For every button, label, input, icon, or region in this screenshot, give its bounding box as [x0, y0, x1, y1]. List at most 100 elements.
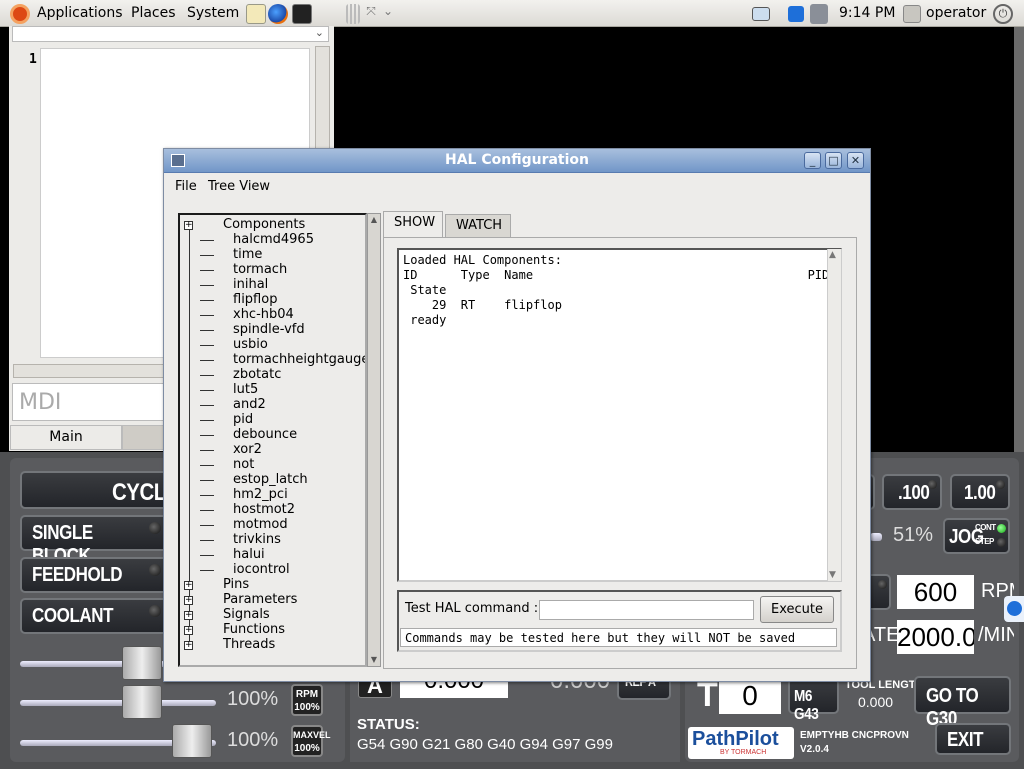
spindle-override-slider[interactable]: [20, 700, 216, 706]
output-scrollbar[interactable]: ▲ ▼: [827, 249, 841, 581]
tree-node-component[interactable]: hostmot2: [233, 502, 295, 517]
clock[interactable]: 9:14 PM: [839, 5, 895, 21]
tree-node-component[interactable]: tormach: [233, 262, 287, 277]
tree-node-component[interactable]: usbio: [233, 337, 268, 352]
tree-node-component[interactable]: pid: [233, 412, 253, 427]
tree-node-component[interactable]: time: [233, 247, 262, 262]
close-button[interactable]: ✕: [847, 152, 864, 169]
tree-node-parameters[interactable]: Parameters: [223, 592, 297, 607]
user-name[interactable]: operator: [926, 5, 986, 21]
single-block-button[interactable]: SINGLE BLOCK: [20, 515, 170, 567]
maxvel-override-knob[interactable]: [172, 724, 212, 758]
minimize-button[interactable]: _: [804, 152, 821, 169]
exit-button[interactable]: EXIT: [935, 723, 1011, 755]
power-icon[interactable]: ⏻: [993, 4, 1013, 24]
menu-system[interactable]: System: [187, 5, 239, 21]
tree-node-component[interactable]: xhc-hb04: [233, 307, 294, 322]
tree-node-functions[interactable]: Functions: [223, 622, 285, 637]
display-icon[interactable]: [752, 7, 770, 21]
maxvel-override-badge[interactable]: MAXVEL 100%: [291, 725, 331, 757]
tree-node-component[interactable]: tormachheightgauge: [233, 352, 365, 367]
teamviewer-icon[interactable]: [788, 6, 804, 22]
terminal-icon[interactable]: [292, 4, 312, 24]
fullscreen-icon[interactable]: ⤧: [364, 4, 378, 24]
scroll-down-icon[interactable]: ▼: [369, 655, 379, 665]
firefox-icon[interactable]: [268, 4, 288, 24]
mdi-input[interactable]: MDI: [12, 383, 182, 421]
rpm-override-badge[interactable]: RPM 100%: [291, 684, 323, 716]
scroll-up-icon[interactable]: ▲: [829, 250, 836, 260]
execute-button[interactable]: Execute: [760, 596, 834, 623]
tool-number-input[interactable]: 0: [719, 678, 781, 714]
jog-increment-100-button[interactable]: .100: [882, 474, 942, 510]
tree-node-component[interactable]: trivkins: [233, 532, 281, 547]
spindle-rpm-input[interactable]: 600: [897, 575, 974, 609]
rpm-badge-value: 100%: [294, 702, 320, 713]
user-icon: [903, 5, 921, 23]
tree-node-component[interactable]: motmod: [233, 517, 288, 532]
drag-handle-icon[interactable]: [346, 4, 360, 24]
text-editor-icon[interactable]: [246, 4, 266, 24]
expander-icon[interactable]: +: [184, 581, 193, 590]
tree-node-component[interactable]: debounce: [233, 427, 297, 442]
expander-icon[interactable]: +: [184, 641, 193, 650]
menu-applications[interactable]: Applications: [37, 5, 123, 21]
tree-connector: [200, 240, 214, 241]
menu-file[interactable]: File: [175, 179, 197, 194]
tree-node-component[interactable]: spindle-vfd: [233, 322, 305, 337]
feedrate-input[interactable]: 2000.0: [897, 620, 974, 654]
tree-node-component[interactable]: iocontrol: [233, 562, 290, 577]
expander-icon[interactable]: +: [184, 626, 193, 635]
hal-command-input[interactable]: [539, 600, 754, 620]
tree-node-component[interactable]: zbotatc: [233, 367, 281, 382]
tab-watch[interactable]: WATCH: [445, 214, 511, 238]
file-dropdown[interactable]: ⌄: [12, 26, 329, 42]
tree-node-component[interactable]: halcmd4965: [233, 232, 314, 247]
tree-node-component[interactable]: estop_latch: [233, 472, 308, 487]
cycle-start-button[interactable]: CYCL: [20, 471, 170, 509]
coolant-button[interactable]: COOLANT: [20, 598, 170, 634]
jog-increment-1000-button[interactable]: 1.00: [950, 474, 1010, 510]
jog-mode-button[interactable]: JOG CONT STEP: [943, 518, 1010, 554]
tree-node-component[interactable]: not: [233, 457, 254, 472]
spindle-override-knob[interactable]: [122, 685, 162, 719]
jog-speed-slider[interactable]: [870, 533, 882, 541]
feedhold-button[interactable]: FEEDHOLD: [20, 557, 170, 593]
editor-horizontal-scrollbar[interactable]: [13, 364, 173, 378]
network-icon[interactable]: [810, 4, 828, 24]
window-titlebar[interactable]: HAL Configuration _ □ ✕: [164, 149, 870, 173]
expander-icon[interactable]: +: [184, 596, 193, 605]
tree-connector: [200, 390, 214, 391]
tree-node-threads[interactable]: Threads: [223, 637, 275, 652]
hal-tree[interactable]: + Components halcmd4965 time tormach inihal fl…: [178, 213, 367, 667]
tree-node-pins[interactable]: Pins: [223, 577, 249, 592]
tree-node-component[interactable]: inihal: [233, 277, 268, 292]
teamviewer-tab-icon[interactable]: [1004, 596, 1024, 622]
jog-cont-label: CONT: [975, 523, 996, 532]
scroll-down-icon[interactable]: ▼: [829, 570, 836, 580]
tree-node-component[interactable]: hm2_pci: [233, 487, 288, 502]
tree-node-component[interactable]: lut5: [233, 382, 258, 397]
maximize-button[interactable]: □: [825, 152, 842, 169]
tree-scrollbar[interactable]: ▲ ▼: [367, 213, 381, 667]
tree-node-component[interactable]: xor2: [233, 442, 262, 457]
chevron-down-icon[interactable]: ⌄: [380, 4, 396, 24]
tree-node-component[interactable]: flipflop: [233, 292, 277, 307]
tree-node-component[interactable]: halui: [233, 547, 265, 562]
ubuntu-logo-icon[interactable]: [10, 4, 30, 24]
hal-output-text[interactable]: Loaded HAL Components: ID Type Name PID S…: [397, 248, 842, 582]
m6-g43-button[interactable]: M6 G43: [788, 678, 839, 723]
go-to-g30-button[interactable]: GO TO G30: [914, 676, 1011, 730]
menu-tree-view[interactable]: Tree View: [208, 179, 270, 194]
feed-override-knob[interactable]: [122, 646, 162, 680]
tree-node-component[interactable]: and2: [233, 397, 266, 412]
tree-node-signals[interactable]: Signals: [223, 607, 270, 622]
expander-icon[interactable]: +: [184, 611, 193, 620]
chevron-down-icon: ⌄: [314, 26, 324, 39]
tree-connector: [200, 555, 214, 556]
tab-show[interactable]: SHOW: [383, 211, 443, 237]
menu-places[interactable]: Places: [131, 5, 176, 21]
tab-main[interactable]: Main: [10, 425, 122, 450]
scroll-up-icon[interactable]: ▲: [369, 215, 379, 225]
tree-node-components[interactable]: Components: [223, 217, 305, 232]
